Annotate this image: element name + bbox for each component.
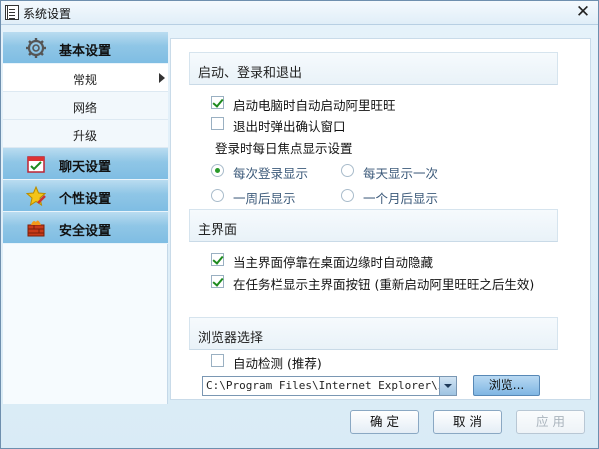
radio-selected-icon [211, 164, 224, 177]
star-pencil-icon [25, 185, 47, 207]
daily-focus-label: 登录时每日焦点显示设置 [215, 141, 353, 156]
checkbox-label: 自动检测 (推荐) [233, 356, 322, 371]
firewall-icon [27, 220, 45, 237]
checkbox-label: 当主界面停靠在桌面边缘时自动隐藏 [233, 255, 434, 270]
checkbox-label: 在任务栏显示主界面按钮 (重新启动阿里旺旺之后生效) [233, 277, 535, 292]
auto-hide-checkbox[interactable]: 当主界面停靠在桌面边缘时自动隐藏 [211, 252, 433, 271]
browse-button[interactable]: 浏览... [473, 375, 540, 396]
cancel-button[interactable]: 取 消 [433, 410, 502, 434]
title-bar[interactable]: 系统设置 ✕ [1, 1, 598, 25]
checkbox-unchecked-icon [211, 117, 224, 130]
checkbox-checked-icon [211, 275, 224, 288]
chevron-down-icon[interactable] [439, 377, 456, 395]
apply-button[interactable]: 应 用 [516, 410, 585, 434]
checkbox-checked-icon [211, 253, 224, 266]
content-scrollbar[interactable] [576, 39, 590, 399]
radio-once-per-day[interactable]: 每天显示一次 [341, 163, 438, 182]
gear-icon [26, 38, 46, 58]
window-title: 系统设置 [23, 7, 72, 21]
auto-detect-checkbox[interactable]: 自动检测 (推荐) [211, 353, 322, 372]
checkbox-unchecked-icon [211, 354, 224, 367]
sidebar-item-label: 常规 [73, 73, 98, 87]
sidebar-item-general[interactable]: 常规 [3, 64, 168, 92]
section-title: 浏览器选择 [198, 331, 264, 346]
startup-section-header: 启动、登录和退出 [189, 52, 558, 85]
section-title: 启动、登录和退出 [198, 66, 303, 81]
radio-after-one-month[interactable]: 一个月后显示 [341, 188, 438, 207]
radio-every-login[interactable]: 每次登录显示 [211, 163, 308, 182]
close-button[interactable]: ✕ [574, 2, 592, 22]
sidebar: 基本设置 常规 网络 升级 聊天设置 个性设置 安全设置 [3, 32, 168, 404]
taskbar-button-checkbox[interactable]: 在任务栏显示主界面按钮 (重新启动阿里旺旺之后生效) [211, 274, 534, 293]
settings-content-panel[interactable]: 启动、登录和退出 启动电脑时自动启动阿里旺旺 退出时弹出确认窗口 登录时每日焦点… [170, 38, 591, 400]
radio-label: 一周后显示 [233, 191, 296, 206]
ok-button[interactable]: 确 定 [350, 410, 419, 434]
radio-label: 一个月后显示 [363, 191, 439, 206]
exit-confirm-checkbox[interactable]: 退出时弹出确认窗口 [211, 116, 346, 135]
sidebar-category-basic[interactable]: 基本设置 [3, 32, 168, 64]
main-ui-section-header: 主界面 [189, 209, 558, 242]
checkbox-checked-icon [211, 96, 224, 109]
sidebar-item-network[interactable]: 网络 [3, 92, 168, 120]
sidebar-category-label: 个性设置 [59, 192, 112, 207]
chat-checklist-icon [27, 156, 45, 173]
sidebar-item-upgrade[interactable]: 升级 [3, 120, 168, 148]
app-document-icon [5, 5, 19, 20]
radio-unselected-icon [341, 189, 354, 202]
radio-unselected-icon [341, 164, 354, 177]
section-title: 主界面 [198, 223, 238, 238]
browser-path-combobox[interactable]: C:\Program Files\Internet Explorer\iexp [202, 376, 457, 396]
sidebar-category-label: 基本设置 [59, 44, 112, 59]
radio-label: 每次登录显示 [233, 166, 309, 181]
browser-path-value: C:\Program Files\Internet Explorer\iexp [206, 379, 457, 392]
sidebar-item-label: 升级 [73, 129, 98, 143]
radio-after-one-week[interactable]: 一周后显示 [211, 188, 296, 207]
settings-window: 系统设置 ✕ 基本设置 常规 网络 升级 聊天设置 个性设置 安全设置 启动、登… [0, 0, 599, 449]
sidebar-category-personal[interactable]: 个性设置 [3, 180, 168, 212]
radio-unselected-icon [211, 189, 224, 202]
checkbox-label: 启动电脑时自动启动阿里旺旺 [233, 98, 396, 113]
radio-label: 每天显示一次 [363, 166, 439, 181]
sidebar-category-label: 安全设置 [59, 224, 112, 239]
sidebar-item-label: 网络 [73, 101, 98, 115]
checkbox-label: 退出时弹出确认窗口 [233, 119, 346, 134]
sidebar-category-chat[interactable]: 聊天设置 [3, 148, 168, 180]
sidebar-category-label: 聊天设置 [59, 160, 112, 175]
sidebar-category-security[interactable]: 安全设置 [3, 212, 168, 244]
browser-section-header: 浏览器选择 [189, 317, 558, 350]
chevron-right-icon [159, 73, 165, 83]
auto-start-checkbox[interactable]: 启动电脑时自动启动阿里旺旺 [211, 95, 396, 114]
